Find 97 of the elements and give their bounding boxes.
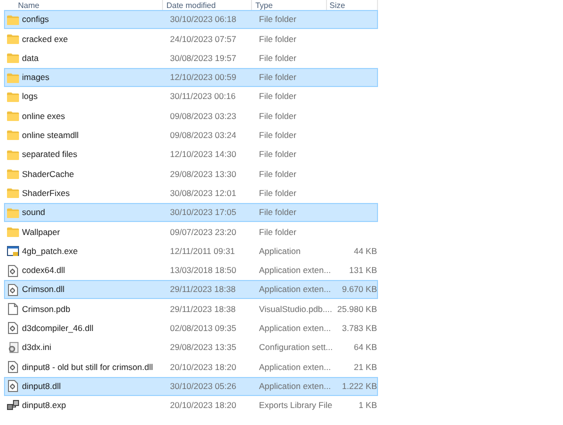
file-name: 4gb_patch.exe: [22, 244, 78, 258]
file-name: ShaderFixes: [22, 186, 70, 200]
file-size: 9.670 KB: [342, 284, 377, 294]
date-modified: 29/08/2023 13:30: [170, 168, 236, 179]
file-name: d3dx.ini: [22, 341, 52, 354]
file-size: 44 KB: [354, 246, 377, 256]
file-name: online steamdll: [22, 129, 79, 142]
file-name: cracked exe: [22, 32, 68, 46]
file-row[interactable]: codex64.dll 13/03/2018 18:50 Application exten... 131 KB: [4, 260, 378, 280]
file-size: 64 KB: [354, 342, 377, 352]
file-name: online exes: [22, 110, 66, 122]
file-size: 1.222 KB: [342, 380, 377, 391]
file-name: d3dcompiler_46.dll: [22, 322, 94, 335]
date-modified: 30/08/2023 12:01: [170, 188, 236, 198]
file-row[interactable]: Crimson.dll 29/11/2023 18:38 Application exten... 9.670 KB: [4, 280, 378, 300]
file-type: Exports Library File: [259, 400, 332, 410]
file-type: File folder: [259, 149, 296, 160]
file-type: File folder: [259, 34, 296, 44]
date-modified: 20/10/2023 18:20: [170, 400, 236, 410]
file-name: configs: [22, 13, 49, 26]
file-type: Application exten...: [259, 323, 331, 334]
file-row[interactable]: Wallpaper 09/07/2023 23:20 File folder: [4, 222, 378, 242]
file-size: 25.980 KB: [337, 304, 377, 314]
file-type: File folder: [259, 91, 296, 102]
file-name: logs: [22, 90, 38, 104]
file-row[interactable]: d3dcompiler_46.dll 02/08/2013 09:35 Application exten... 3.783 KB: [4, 318, 378, 338]
file-row[interactable]: Crimson.pdb 29/11/2023 18:38 VisualStudio.pdb.... 25.980 KB: [4, 299, 378, 319]
date-modified: 29/11/2023 18:38: [170, 304, 236, 314]
file-row[interactable]: 4gb_patch.exe 12/11/2011 09:31 Application 44 KB: [4, 242, 378, 261]
file-name: Wallpaper: [22, 226, 60, 238]
date-modified: 09/07/2023 23:20: [170, 226, 236, 237]
file-size: 1 KB: [358, 400, 377, 410]
file-type: File folder: [259, 14, 296, 24]
file-name: images: [22, 71, 50, 84]
date-modified: 09/08/2023 03:23: [170, 110, 236, 121]
file-type: File folder: [259, 72, 296, 82]
file-size: 131 KB: [349, 265, 377, 276]
file-type: File folder: [259, 52, 296, 63]
file-size: 3.783 KB: [342, 323, 377, 334]
file-type: File folder: [259, 207, 296, 218]
file-type: File folder: [259, 188, 296, 198]
file-type: Application exten...: [259, 284, 331, 294]
date-modified: 13/03/2018 18:50: [170, 265, 236, 276]
file-name: dinput8.exp: [22, 399, 66, 412]
file-type: Application exten...: [259, 380, 331, 391]
file-name: Crimson.pdb: [22, 302, 70, 316]
file-row[interactable]: separated files 12/10/2023 14:30 File folder: [4, 145, 378, 164]
file-row[interactable]: logs 30/11/2023 00:16 File folder: [4, 87, 378, 106]
file-row[interactable]: sound 30/10/2023 17:05 File folder: [4, 202, 378, 222]
date-modified: 12/10/2023 00:59: [170, 72, 236, 82]
file-row[interactable]: dinput8.dll 30/10/2023 05:26 Application exten... 1.222 KB: [4, 376, 378, 396]
file-type: Application exten...: [259, 265, 331, 276]
file-type: File folder: [259, 226, 296, 237]
file-name: Crimson.dll: [22, 283, 65, 296]
file-name: dinput8 - old but still for crimson.dll: [22, 360, 153, 374]
file-row[interactable]: ShaderFixes 30/08/2023 12:01 File folder: [4, 184, 378, 203]
file-row[interactable]: online exes 09/08/2023 03:23 File folder: [4, 106, 378, 126]
file-type: Configuration sett...: [259, 342, 333, 352]
file-name: separated files: [22, 148, 78, 162]
column-header[interactable]: Name: [18, 1, 40, 10]
date-modified: 30/10/2023 06:18: [170, 14, 236, 24]
file-row[interactable]: online steamdll 09/08/2023 03:24 File folder: [4, 126, 378, 146]
file-name: ShaderCache: [22, 168, 74, 180]
file-row[interactable]: ShaderCache 29/08/2023 13:30 File folder: [4, 164, 378, 184]
file-type: File folder: [259, 130, 296, 140]
file-row[interactable]: dinput8 - old but still for crimson.dll 20/10/2023 18:20 Application exten... 21 KB: [4, 357, 378, 377]
file-type: File folder: [259, 110, 296, 121]
date-modified: 09/08/2023 03:24: [170, 130, 236, 140]
file-row[interactable]: d3dx.ini 29/08/2023 13:35 Configuration sett... 64 KB: [4, 338, 378, 358]
date-modified: 12/10/2023 14:30: [170, 149, 236, 160]
column-header[interactable]: Type: [255, 1, 273, 10]
date-modified: 02/08/2013 09:35: [170, 323, 236, 334]
column-header[interactable]: Date modified: [166, 1, 216, 10]
file-row[interactable]: images 12/10/2023 00:59 File folder: [4, 68, 378, 88]
date-modified: 30/11/2023 00:16: [170, 91, 236, 102]
date-modified: 24/10/2023 07:57: [170, 34, 236, 44]
file-row[interactable]: configs 30/10/2023 06:18 File folder: [4, 10, 378, 30]
file-type: VisualStudio.pdb....: [259, 304, 332, 314]
column-header[interactable]: Size: [330, 1, 346, 10]
date-modified: 29/11/2023 18:38: [170, 284, 236, 294]
date-modified: 30/08/2023 19:57: [170, 52, 236, 63]
date-modified: 12/11/2011 09:31: [170, 246, 235, 256]
file-size: 21 KB: [354, 362, 377, 372]
date-modified: 20/10/2023 18:20: [170, 362, 236, 372]
date-modified: 30/10/2023 05:26: [170, 380, 236, 391]
file-row[interactable]: cracked exe 24/10/2023 07:57 File folder: [4, 29, 378, 49]
file-row[interactable]: data 30/08/2023 19:57 File folder: [4, 48, 378, 68]
file-name: codex64.dll: [22, 264, 66, 277]
file-name: data: [22, 52, 39, 65]
file-name: sound: [22, 206, 46, 219]
date-modified: 29/08/2023 13:35: [170, 342, 236, 352]
date-modified: 30/10/2023 17:05: [170, 207, 236, 218]
file-row[interactable]: dinput8.exp 20/10/2023 18:20 Exports Library File 1 KB: [4, 396, 378, 416]
file-name: dinput8.dll: [22, 380, 61, 393]
file-type: Application: [259, 246, 301, 256]
file-type: Application exten...: [259, 362, 331, 372]
file-type: File folder: [259, 168, 296, 179]
